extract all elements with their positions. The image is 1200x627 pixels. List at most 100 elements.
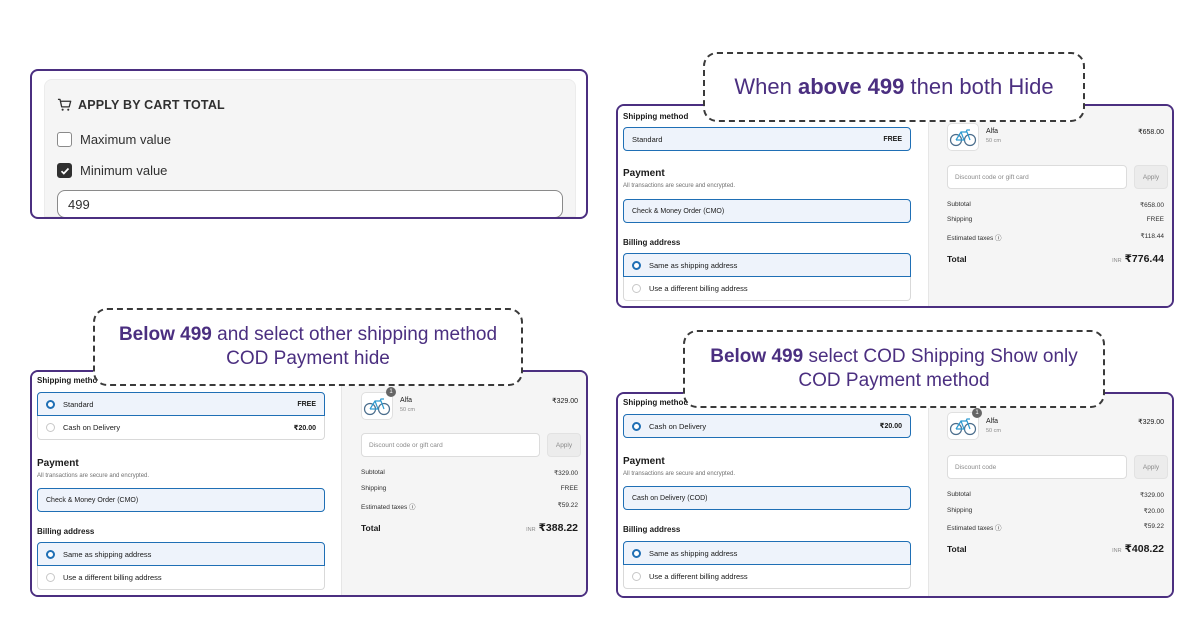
total-label: Total [947, 544, 967, 554]
shipping-sum-label: Shipping [947, 216, 973, 223]
currency-code: INR [526, 527, 536, 533]
callout-line: Below 499 and select other shipping meth… [119, 323, 497, 347]
product-price: ₹658.00 [1138, 129, 1164, 136]
shipping-option-standard[interactable]: Standard FREE [623, 127, 911, 151]
min-value-option[interactable]: Minimum value [57, 163, 167, 178]
callout-below-499-other: Below 499 and select other shipping meth… [93, 308, 523, 386]
apply-button[interactable]: Apply [1134, 455, 1168, 479]
checkout-below-499-cod-shipping: Shipping method Cash on Delivery ₹20.00 … [616, 392, 1174, 598]
shipping-option-price: ₹20.00 [879, 423, 902, 430]
radio-selected-icon[interactable] [46, 549, 55, 559]
subtotal-value: ₹658.00 [1139, 202, 1164, 209]
total-value: ₹776.44 [1124, 253, 1164, 265]
product-price: ₹329.00 [552, 398, 578, 405]
taxes-row: Estimated taxes ⓘ ₹59.22 [947, 522, 1164, 532]
taxes-label: Estimated taxes ⓘ [947, 525, 1002, 532]
quantity-badge: 1 [972, 408, 982, 418]
radio-icon[interactable] [632, 284, 641, 293]
shipping-sum-value: ₹20.00 [1143, 508, 1164, 515]
callout-text: When [734, 74, 798, 99]
taxes-label: Estimated taxes ⓘ [947, 235, 1002, 242]
shipping-row: Shipping FREE [947, 216, 1164, 223]
callout-above-499: When above 499 then both Hide [703, 52, 1085, 122]
rule-card: APPLY BY CART TOTAL Maximum value Minimu… [44, 79, 576, 217]
checkout-below-499-other-shipping: Shipping method Standard FREE Cash on De… [30, 370, 588, 597]
checkout-form: Shipping method Cash on Delivery ₹20.00 … [618, 394, 930, 596]
currency-code: INR [1112, 258, 1122, 264]
payment-method-cmo[interactable]: Check & Money Order (CMO) [37, 488, 325, 512]
subtotal-label: Subtotal [947, 491, 971, 498]
billing-different-option[interactable]: Use a different billing address [37, 566, 325, 590]
discount-input[interactable]: Discount code or gift card [361, 433, 540, 457]
taxes-row: Estimated taxes ⓘ ₹59.22 [361, 501, 578, 511]
radio-icon[interactable] [46, 573, 55, 582]
billing-different-label: Use a different billing address [649, 572, 748, 581]
billing-same-label: Same as shipping address [649, 548, 738, 558]
subtotal-row: Subtotal ₹329.00 [361, 469, 578, 477]
billing-same-option[interactable]: Same as shipping address [37, 542, 325, 566]
max-value-option[interactable]: Maximum value [57, 132, 171, 147]
check-icon [60, 167, 69, 175]
billing-different-label: Use a different billing address [63, 573, 162, 582]
shipping-option-price: FREE [297, 400, 316, 408]
rule-title-text: APPLY BY CART TOTAL [78, 98, 225, 112]
shipping-row: Shipping ₹20.00 [947, 507, 1164, 515]
product-name: Alfa [986, 128, 999, 135]
discount-input[interactable]: Discount code [947, 455, 1127, 479]
radio-selected-icon[interactable] [46, 399, 55, 409]
apply-button[interactable]: Apply [1134, 165, 1168, 189]
radio-icon[interactable] [632, 572, 641, 581]
order-summary: 1 Alfa 50 cm ₹329.00 Discount code or gi… [341, 372, 586, 595]
shipping-option-standard[interactable]: Standard FREE [37, 392, 325, 416]
taxes-label: Estimated taxes ⓘ [361, 504, 416, 511]
max-value-label: Maximum value [80, 132, 172, 147]
shipping-option-cod[interactable]: Cash on Delivery ₹20.00 [37, 416, 325, 440]
total-value: ₹408.22 [1124, 543, 1164, 555]
checkout-form: Shipping method Standard FREE Cash on De… [32, 372, 344, 595]
billing-same-option[interactable]: Same as shipping address [623, 253, 911, 277]
shipping-option-cod[interactable]: Cash on Delivery ₹20.00 [623, 414, 911, 438]
shipping-sum-label: Shipping [947, 507, 973, 514]
billing-address-label: Billing address [623, 238, 681, 247]
billing-different-label: Use a different billing address [649, 284, 748, 293]
shipping-sum-label: Shipping [361, 485, 387, 492]
product-price: ₹329.00 [1138, 419, 1164, 426]
radio-selected-icon[interactable] [632, 421, 641, 431]
callout-text: select COD Shipping Show only [803, 346, 1078, 367]
cart-icon [57, 98, 72, 111]
bicycle-icon [949, 418, 977, 436]
radio-selected-icon[interactable] [632, 548, 641, 558]
payment-subtitle: All transactions are secure and encrypte… [37, 473, 150, 479]
subtotal-value: ₹329.00 [553, 470, 578, 477]
total-value: ₹388.22 [538, 522, 578, 534]
radio-icon[interactable] [46, 423, 55, 432]
shipping-method-label: Shipping method [37, 376, 103, 385]
total-label: Total [361, 523, 381, 533]
product-name: Alfa [986, 418, 999, 425]
billing-different-option[interactable]: Use a different billing address [623, 565, 911, 589]
billing-different-option[interactable]: Use a different billing address [623, 277, 911, 301]
shipping-option-name: Cash on Delivery [649, 421, 707, 431]
billing-same-label: Same as shipping address [63, 549, 152, 559]
callout-below-499-cod: Below 499 select COD Shipping Show only … [683, 330, 1105, 408]
discount-input[interactable]: Discount code or gift card [947, 165, 1127, 189]
cart-total-rule-panel: APPLY BY CART TOTAL Maximum value Minimu… [30, 69, 588, 219]
payment-method-cmo[interactable]: Check & Money Order (CMO) [623, 199, 911, 223]
max-value-checkbox[interactable] [57, 132, 72, 147]
min-value-input[interactable]: 499 [57, 190, 563, 217]
payment-method-cod[interactable]: Cash on Delivery (COD) [623, 486, 911, 510]
shipping-option-name: Cash on Delivery [63, 423, 121, 432]
billing-same-label: Same as shipping address [649, 260, 738, 270]
min-value-checkbox[interactable] [57, 163, 72, 178]
taxes-value: ₹59.22 [557, 502, 578, 509]
product-name: Alfa [400, 397, 413, 404]
billing-same-option[interactable]: Same as shipping address [623, 541, 911, 565]
shipping-method-label: Shipping method [623, 112, 689, 121]
quantity-badge: 1 [386, 387, 396, 397]
taxes-value: ₹59.22 [1143, 523, 1164, 530]
apply-button[interactable]: Apply [547, 433, 581, 457]
radio-selected-icon[interactable] [632, 260, 641, 270]
checkout-above-499: Shipping method Standard FREE Payment Al… [616, 104, 1174, 308]
subtotal-label: Subtotal [361, 469, 385, 476]
min-value-label: Minimum value [80, 163, 168, 178]
